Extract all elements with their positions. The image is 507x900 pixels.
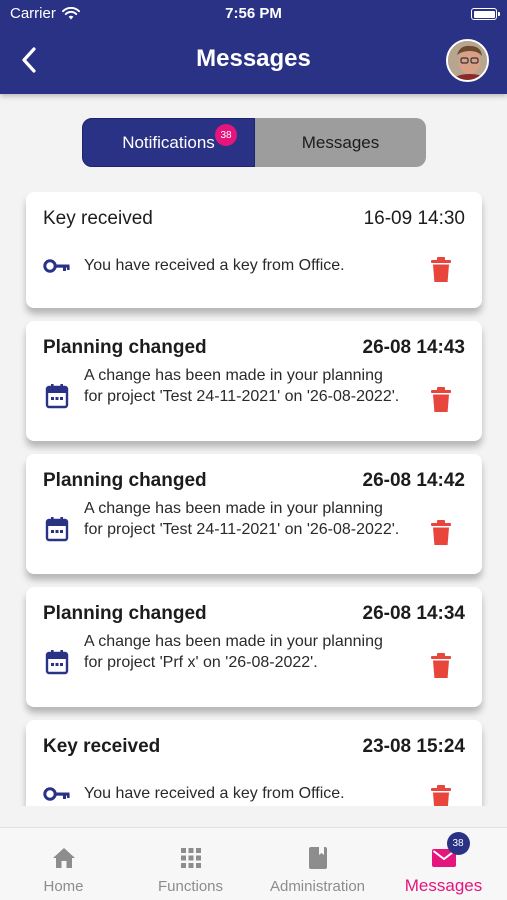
status-time: 7:56 PM	[225, 5, 282, 22]
calendar-icon	[43, 382, 71, 410]
tab-administration-label: Administration	[269, 878, 366, 895]
calendar-icon	[43, 515, 71, 543]
notification-title: Planning changed	[43, 603, 207, 624]
notification-date: 26-08 14:43	[362, 337, 465, 358]
tab-messages[interactable]: Messages	[255, 118, 426, 167]
notification-title: Key received	[43, 736, 161, 757]
notification-card[interactable]: Planning changed 26-08 14:34 A change ha…	[26, 587, 482, 707]
mail-icon: 38	[431, 832, 470, 870]
trash-icon[interactable]	[430, 653, 452, 679]
tab-notifications[interactable]: Notifications 38	[82, 118, 255, 167]
home-icon	[51, 846, 77, 870]
notification-date: 23-08 15:24	[362, 736, 465, 757]
tab-functions-label: Functions	[157, 878, 224, 895]
notification-title: Key received	[43, 208, 153, 229]
notification-date: 26-08 14:42	[362, 470, 465, 491]
notification-date: 16-09 14:30	[363, 208, 465, 229]
page-title: Messages	[196, 45, 311, 72]
battery-icon	[471, 8, 500, 20]
messages-count-badge: 38	[446, 832, 470, 855]
tab-messages-nav-label: Messages	[404, 876, 483, 895]
tab-functions[interactable]: Functions	[127, 828, 254, 900]
avatar[interactable]	[446, 39, 489, 82]
header: Carrier 7:56 PM Messages	[0, 0, 507, 94]
notification-list[interactable]: Key received 16-09 14:30 You have receiv…	[0, 178, 507, 806]
key-icon	[43, 780, 71, 806]
user-photo-icon	[448, 41, 487, 80]
notification-tabs: Notifications 38 Messages	[82, 118, 426, 167]
tab-notifications-label: Notifications	[122, 132, 215, 152]
trash-icon[interactable]	[430, 387, 452, 413]
notification-card[interactable]: Planning changed 26-08 14:43 A change ha…	[26, 321, 482, 441]
key-icon	[43, 252, 71, 280]
calendar-icon	[43, 648, 71, 676]
tab-administration[interactable]: Administration	[254, 828, 381, 900]
tab-home-label: Home	[43, 878, 84, 895]
notification-text: A change has been made in your planning …	[84, 367, 400, 405]
trash-icon[interactable]	[430, 520, 452, 546]
notification-card[interactable]: Key received 16-09 14:30 You have receiv…	[26, 192, 482, 308]
tab-messages-nav[interactable]: 38 Messages	[380, 828, 507, 900]
notification-text: A change has been made in your planning …	[84, 633, 383, 671]
status-bar: Carrier 7:56 PM	[0, 0, 507, 28]
notifications-count-badge: 38	[215, 124, 237, 146]
book-icon	[308, 846, 328, 870]
trash-icon[interactable]	[430, 785, 452, 806]
notification-title: Planning changed	[43, 470, 207, 491]
trash-icon[interactable]	[430, 257, 452, 283]
tab-home[interactable]: Home	[0, 828, 127, 900]
notification-text: You have received a key from Office.	[84, 257, 345, 274]
notification-card[interactable]: Key received 23-08 15:24 You have receiv…	[26, 720, 482, 806]
notification-date: 26-08 14:34	[362, 603, 465, 624]
notification-text: You have received a key from Office.	[84, 785, 345, 802]
grid-icon	[180, 846, 202, 870]
notification-text: A change has been made in your planning …	[84, 500, 400, 538]
notification-card[interactable]: Planning changed 26-08 14:42 A change ha…	[26, 454, 482, 574]
notification-title: Planning changed	[43, 337, 207, 358]
tab-messages-label: Messages	[301, 132, 380, 152]
tab-bar: Home Functions Administration 38 Message…	[0, 827, 507, 900]
